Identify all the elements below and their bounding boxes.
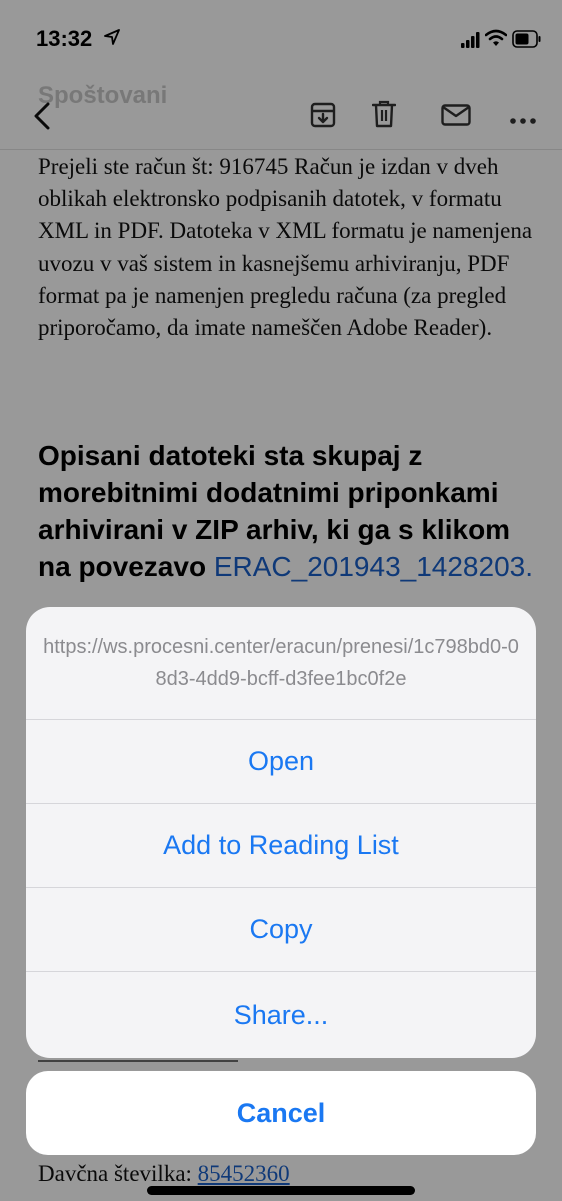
add-to-reading-list-button[interactable]: Add to Reading List (26, 804, 536, 888)
action-sheet: https://ws.procesni.center/eracun/prenes… (26, 607, 536, 1058)
action-sheet-url: https://ws.procesni.center/eracun/prenes… (26, 607, 536, 720)
cancel-button[interactable]: Cancel (26, 1071, 536, 1155)
copy-button[interactable]: Copy (26, 888, 536, 972)
share-button[interactable]: Share... (26, 972, 536, 1058)
home-indicator (147, 1186, 415, 1195)
open-button[interactable]: Open (26, 720, 536, 804)
